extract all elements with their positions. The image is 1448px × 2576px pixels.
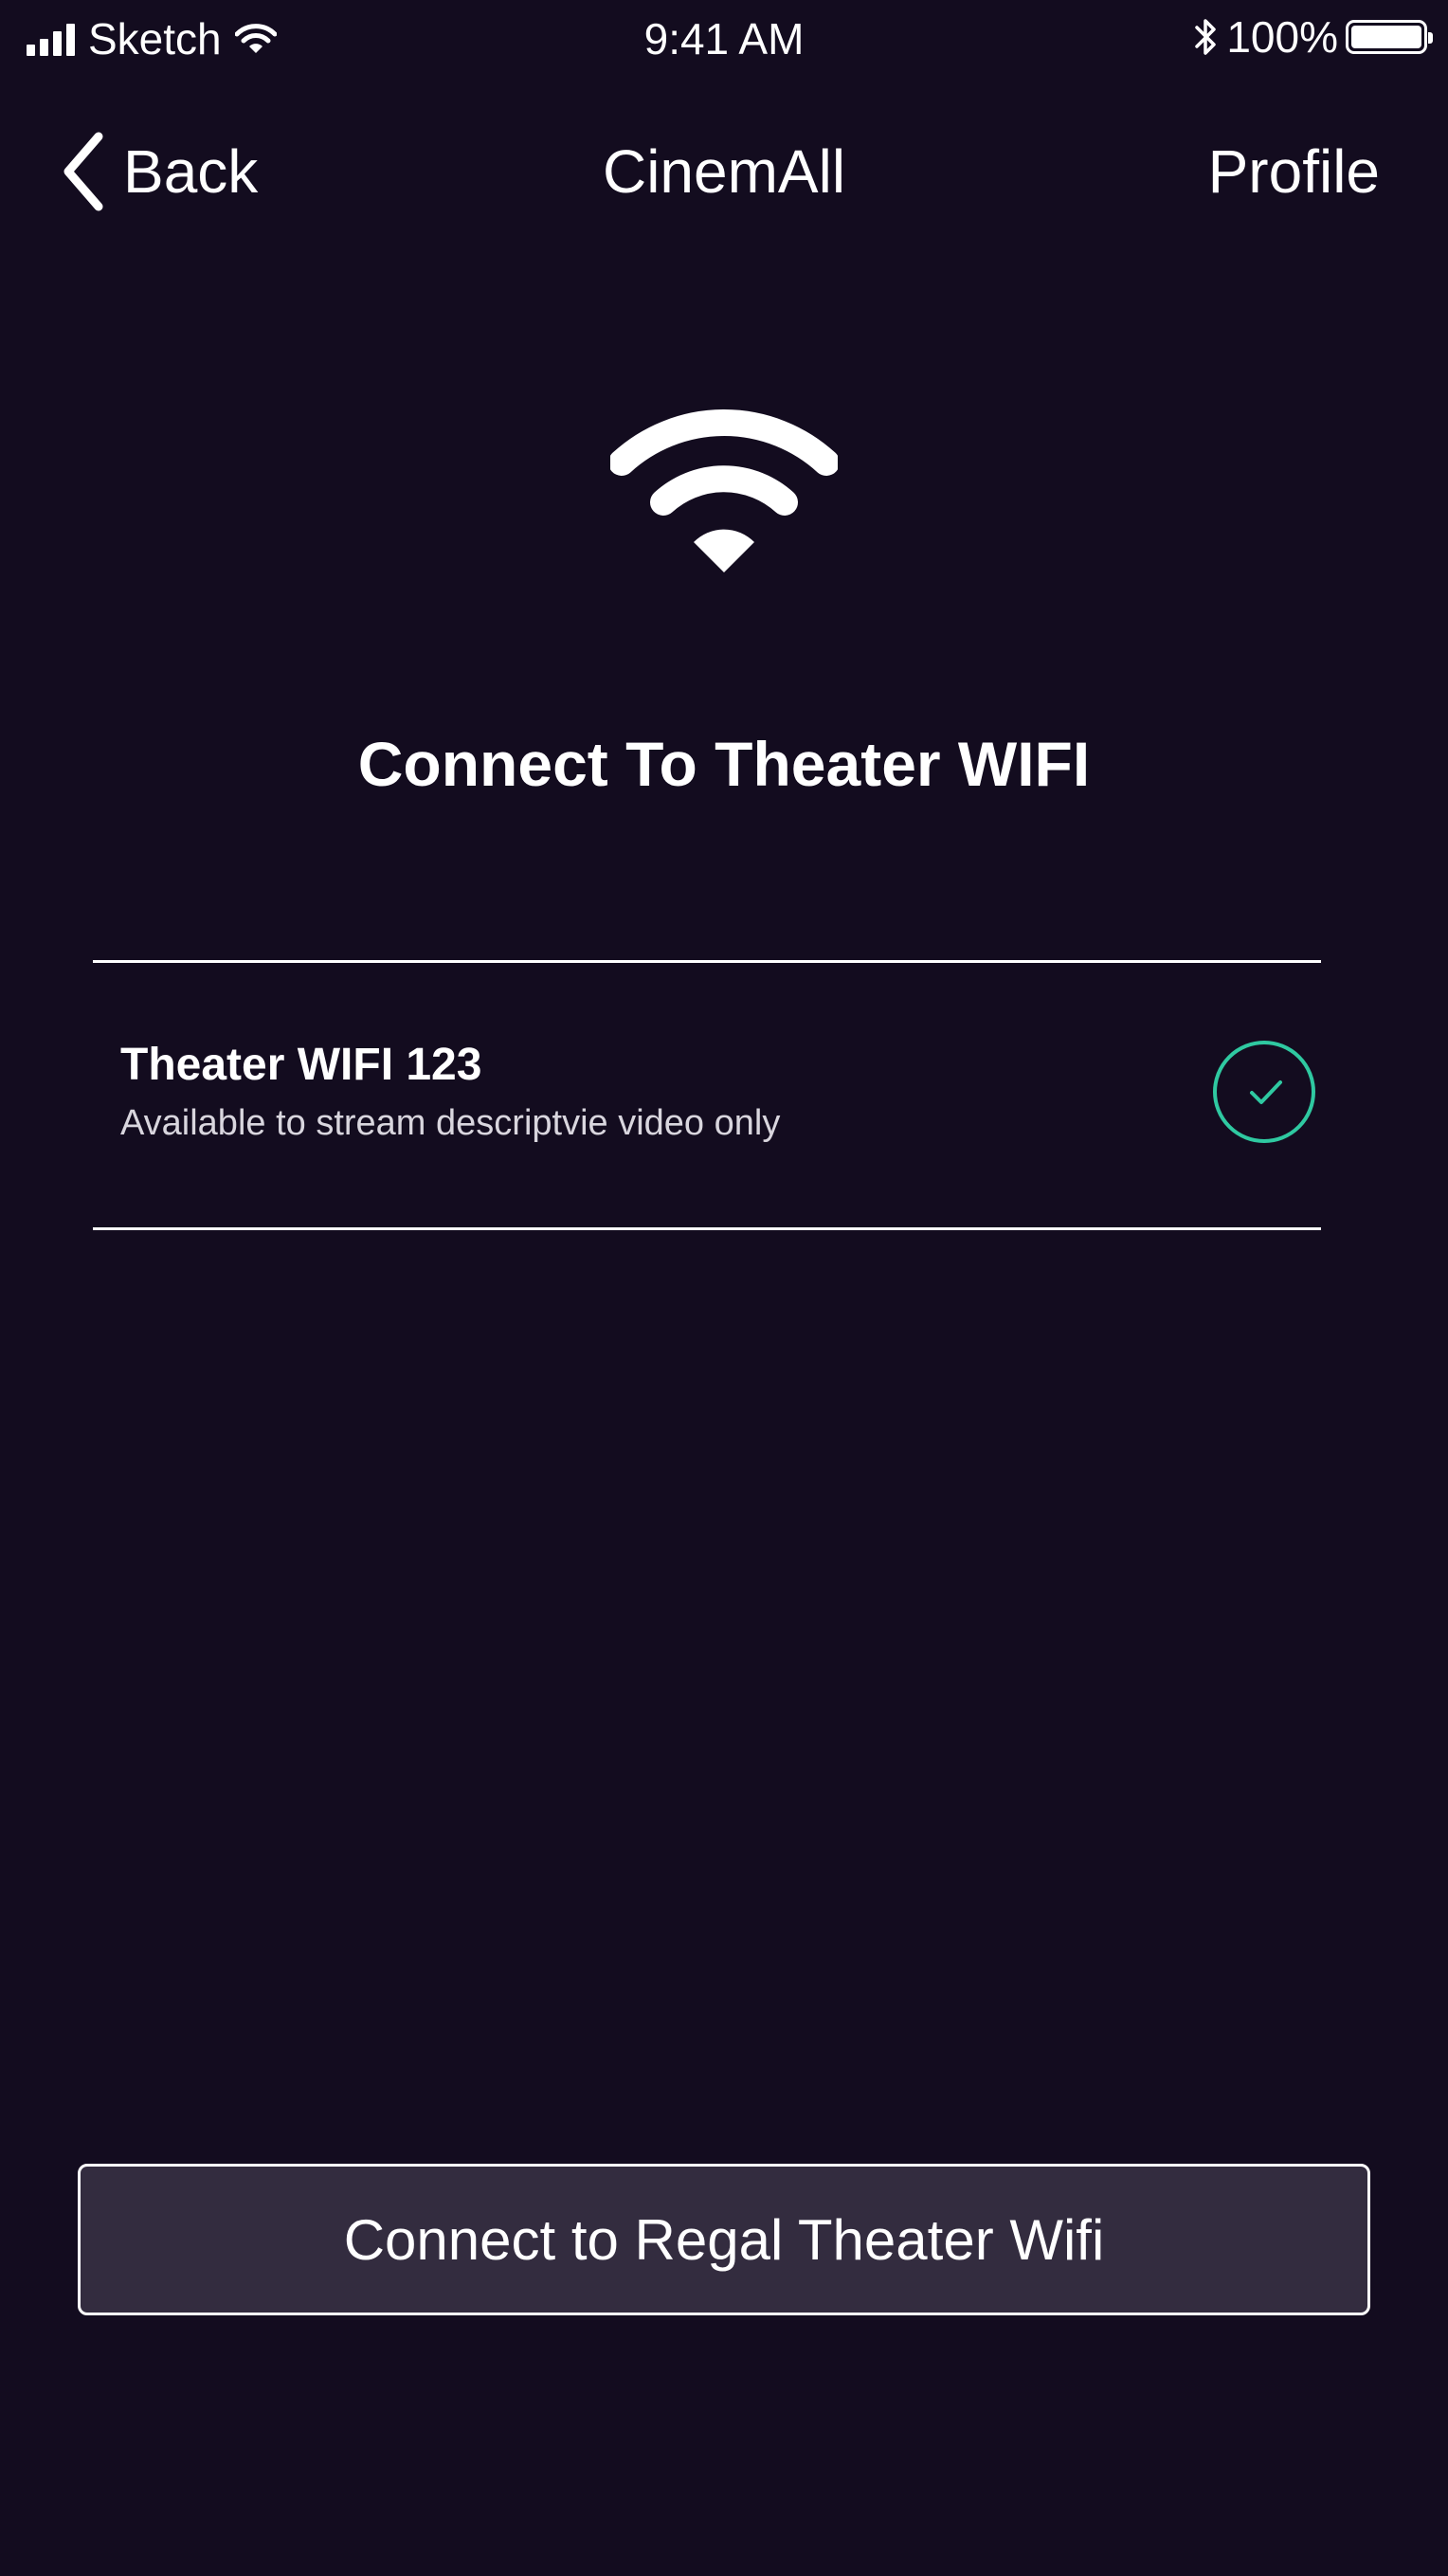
status-bar: Sketch 9:41 AM 100% bbox=[0, 0, 1448, 85]
battery-percent: 100% bbox=[1226, 12, 1338, 62]
wifi-icon bbox=[610, 409, 838, 572]
network-name: Theater WIFI 123 bbox=[120, 1040, 482, 1090]
checkmark-icon bbox=[1250, 1080, 1282, 1104]
divider bbox=[93, 1227, 1321, 1230]
network-description: Available to stream descriptvie video on… bbox=[120, 1103, 781, 1143]
battery-icon bbox=[1346, 20, 1433, 54]
check-circle-icon[interactable] bbox=[1213, 1041, 1315, 1143]
connect-wifi-button[interactable]: Connect to Regal Theater Wifi bbox=[78, 2164, 1370, 2315]
bluetooth-icon bbox=[1195, 19, 1217, 55]
network-list-item[interactable]: Theater WIFI 123 Available to stream des… bbox=[93, 963, 1321, 1227]
profile-button[interactable]: Profile bbox=[1208, 136, 1380, 207]
battery-fill bbox=[1351, 26, 1421, 48]
navigation-bar: Back CinemAll Profile bbox=[0, 114, 1448, 237]
wifi-connect-screen: Sketch 9:41 AM 100% Back CinemAll Profil… bbox=[0, 0, 1448, 2576]
status-right: 100% bbox=[1194, 11, 1433, 63]
page-title: Connect To Theater WIFI bbox=[357, 729, 1091, 799]
